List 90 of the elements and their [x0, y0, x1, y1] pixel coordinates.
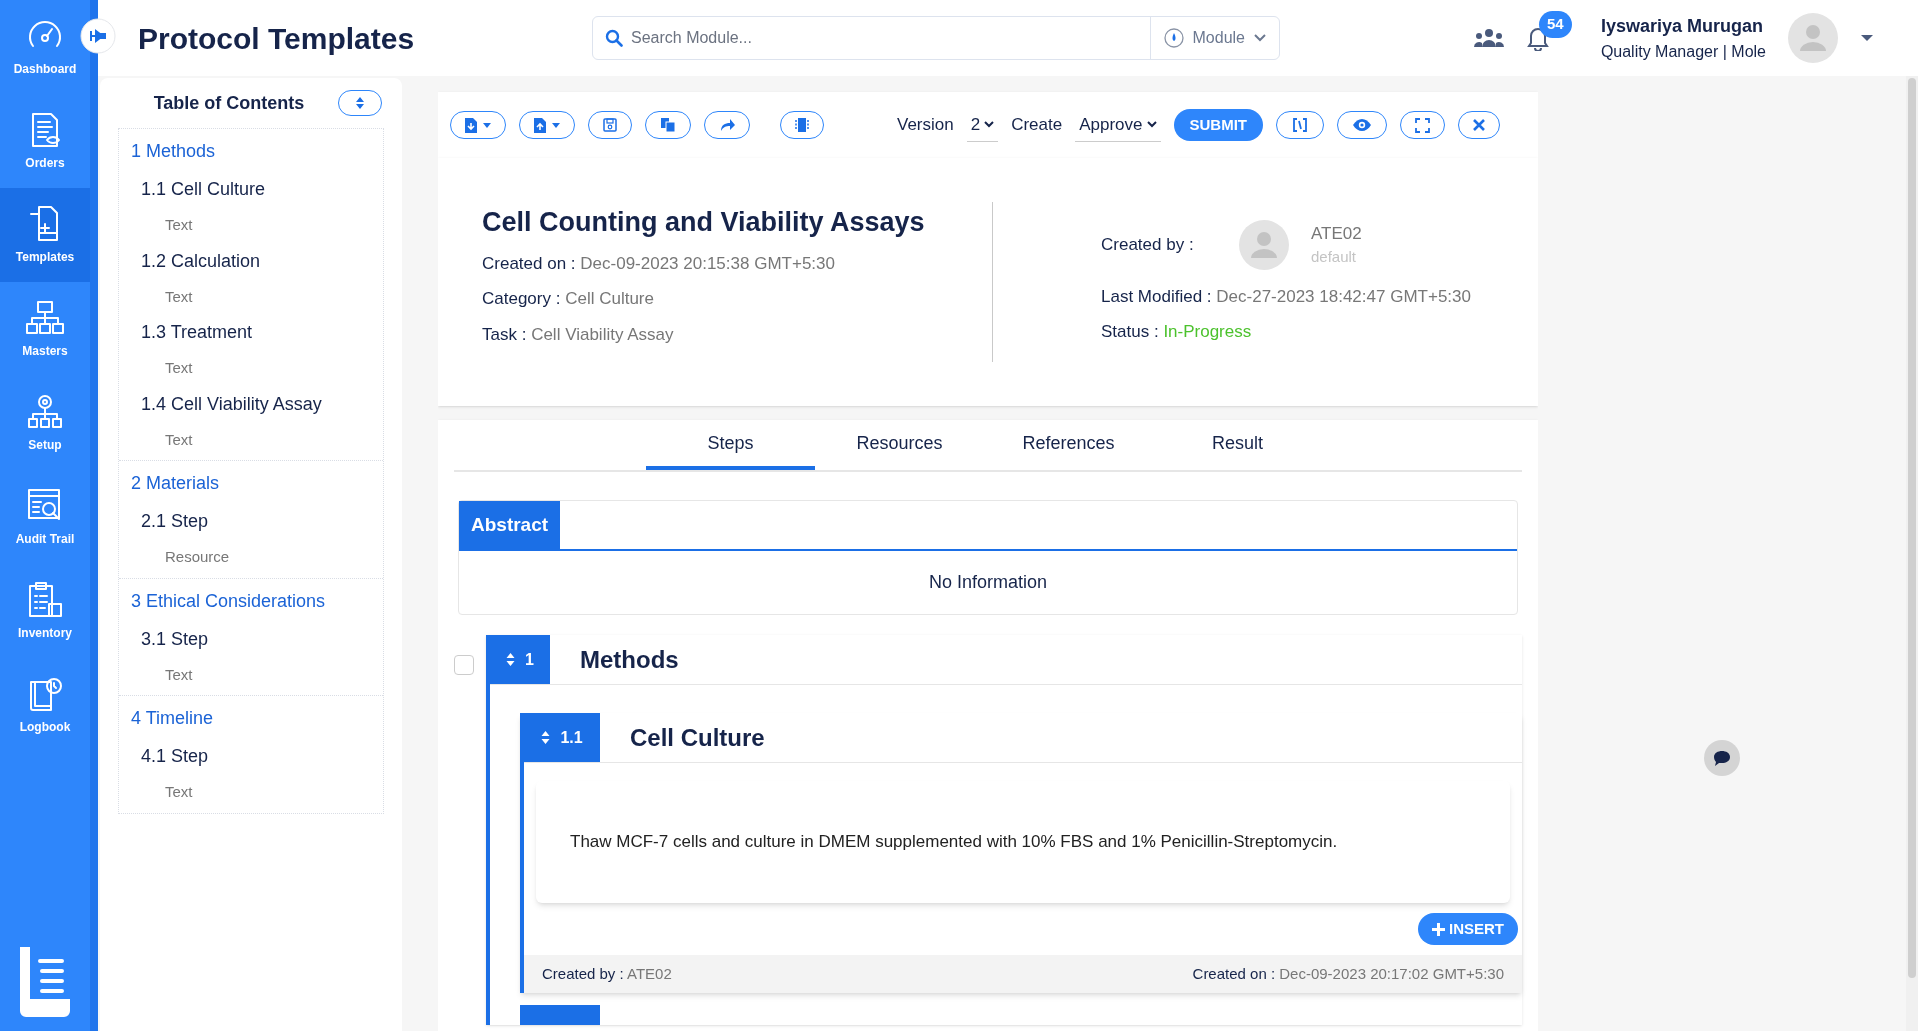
- step-created-by: Created by : ATE02: [542, 963, 672, 984]
- eye-icon: [1352, 118, 1373, 132]
- bell-icon[interactable]: [1526, 25, 1549, 51]
- sidebar-item[interactable]: Logbook: [0, 658, 90, 752]
- user-name: Iyswariya Murugan: [1600, 14, 1764, 38]
- sort-icon: [355, 96, 365, 110]
- section-checkbox[interactable]: [454, 655, 474, 675]
- module-dropdown[interactable]: Module: [1149, 17, 1279, 59]
- toc-item-link[interactable]: Resource: [119, 541, 383, 574]
- toc-step-link[interactable]: 3.1 Step: [119, 619, 383, 659]
- step-title: Cell Culture: [630, 722, 765, 753]
- toc-section-link[interactable]: 4 Timeline: [119, 700, 383, 737]
- pin-icon[interactable]: [80, 18, 116, 54]
- plus-icon: [1432, 922, 1445, 936]
- user-role: Quality Manager | Mole: [1600, 41, 1766, 62]
- tab[interactable]: References: [984, 420, 1153, 470]
- version-label: Version: [897, 114, 954, 137]
- tab[interactable]: Resources: [815, 420, 984, 470]
- notification-badge: 54: [1538, 11, 1572, 38]
- toc-section-link[interactable]: 2 Materials: [119, 465, 383, 502]
- columns-icon: [795, 117, 809, 133]
- sidebar-item[interactable]: Templates: [0, 188, 90, 282]
- scrollbar-thumb[interactable]: [1908, 78, 1916, 978]
- toc-step-link[interactable]: 4.1 Step: [119, 737, 383, 776]
- file-upload-icon: [534, 117, 546, 133]
- sort-icon: [506, 653, 516, 666]
- toc-item-link[interactable]: Text: [119, 776, 383, 809]
- toc-section-link[interactable]: 3 Ethical Considerations: [119, 582, 383, 620]
- last-modified: Last Modified : Dec-27-2023 18:42:47 GMT+5:30: [1101, 285, 1471, 308]
- toc-item-link[interactable]: Text: [119, 352, 383, 385]
- sort-icon: [541, 731, 551, 744]
- submit-button[interactable]: SUBMIT: [1173, 109, 1264, 141]
- action-dropdown[interactable]: Approve: [1075, 108, 1161, 142]
- save-icon: [603, 118, 617, 132]
- toc-item-link[interactable]: Text: [119, 209, 383, 242]
- sidebar-item[interactable]: Masters: [0, 282, 90, 376]
- creator-name: ATE02: [1311, 222, 1362, 245]
- sidebar-item[interactable]: Inventory: [0, 564, 90, 658]
- swap-icon: [1291, 117, 1310, 133]
- copy-icon: [660, 117, 676, 133]
- info-field: Task : Cell Viability Assay: [482, 321, 992, 347]
- sidebar-item[interactable]: Setup: [0, 376, 90, 470]
- toc-step-link[interactable]: 2.1 Step: [119, 502, 383, 541]
- gauge-icon: [1162, 27, 1185, 49]
- creator-group: default: [1311, 246, 1362, 269]
- sidebar-item[interactable]: Audit Trail: [0, 470, 90, 564]
- insert-button[interactable]: INSERT: [1418, 913, 1518, 945]
- caret-icon[interactable]: [1860, 34, 1874, 42]
- page-title: Protocol Templates: [138, 20, 416, 57]
- avatar-icon: [1239, 219, 1289, 270]
- version-dropdown[interactable]: 2: [966, 108, 999, 142]
- info-field: Category : Cell Culture: [482, 286, 992, 312]
- chevron-down-icon: [1146, 121, 1157, 128]
- template-title: Cell Counting and Viability Assays: [482, 206, 926, 239]
- abstract-text: No Information: [927, 571, 1049, 594]
- toc-item-link[interactable]: Text: [119, 423, 383, 456]
- close-icon: [1473, 119, 1486, 131]
- toc-step-link[interactable]: 1.4 Cell Viability Assay: [119, 384, 383, 424]
- toc-step-link[interactable]: 1.2 Calculation: [119, 241, 383, 281]
- toc-item-link[interactable]: Text: [119, 280, 383, 313]
- step-text: Thaw MCF-7 cells and culture in DMEM supplemented with 10% FBS and 1% Penicillin-Streptomycin.: [570, 831, 1338, 854]
- section-title: Methods: [580, 644, 679, 675]
- toc-step-link[interactable]: 1.3 Treatment: [119, 313, 383, 352]
- create-label: Create: [1011, 114, 1063, 137]
- caret-icon: [552, 122, 560, 128]
- file-download-icon: [465, 117, 477, 133]
- search-field[interactable]: Search Module... Module: [592, 16, 1280, 60]
- info-field: Created on : Dec-09-2023 20:15:38 GMT+5:30: [482, 250, 992, 276]
- section-number[interactable]: 1: [490, 635, 550, 684]
- expand-icon: [1415, 117, 1431, 133]
- group-icon[interactable]: [1472, 27, 1505, 49]
- chevron-down-icon: [984, 121, 995, 128]
- toc-title: Table of Contents: [152, 91, 306, 115]
- comment-icon[interactable]: [1704, 740, 1740, 776]
- sidebar-item[interactable]: Orders: [0, 94, 90, 188]
- step-number[interactable]: 1.1: [524, 713, 600, 762]
- tab[interactable]: Result: [1153, 420, 1322, 470]
- abstract-heading: Abstract: [459, 501, 561, 549]
- toc-item-link[interactable]: Text: [119, 658, 383, 691]
- redo-icon: [719, 118, 735, 132]
- tab[interactable]: Steps: [646, 420, 815, 470]
- caret-icon: [483, 122, 491, 128]
- sidebar-item[interactable]: Dashboard: [0, 0, 90, 94]
- chevron-down-icon: [1253, 33, 1267, 43]
- step-created-on: Created on : Dec-09-2023 20:17:02 GMT+5:30: [1192, 963, 1504, 984]
- search-icon: [605, 29, 623, 47]
- status: Status : In-Progress: [1101, 321, 1253, 343]
- toc-section-link[interactable]: 1 Methods: [119, 133, 383, 170]
- created-by-label: Created by :: [1101, 233, 1195, 256]
- toc-step-link[interactable]: 1.1 Cell Culture: [119, 170, 383, 209]
